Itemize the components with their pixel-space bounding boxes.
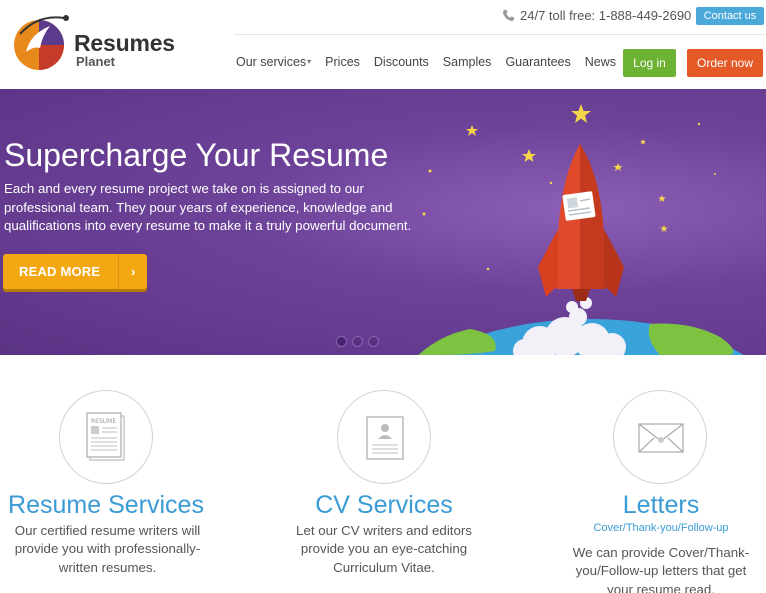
nav-news[interactable]: News <box>585 55 616 69</box>
resume-service-circle[interactable]: RESUME <box>59 390 153 484</box>
order-now-button[interactable]: Order now <box>687 49 763 77</box>
hero-banner: Supercharge Your Resume Each and every r… <box>0 89 766 355</box>
nav-prices[interactable]: Prices <box>325 55 360 69</box>
hero-title: Supercharge Your Resume <box>4 137 389 173</box>
slider-dots <box>336 336 379 347</box>
phone-number: 24/7 toll free: 1-888-449-2690 <box>502 8 691 23</box>
resume-services-title[interactable]: Resume Services <box>6 491 206 520</box>
contact-us-button[interactable]: Contact us <box>696 7 764 25</box>
letters-subtitle[interactable]: Cover/Thank-you/Follow-up <box>561 522 761 534</box>
hero-description: Each and every resume project we take on… <box>4 181 412 233</box>
letters-service-circle[interactable] <box>613 390 707 484</box>
cv-services-desc: Let our CV writers and editors provide y… <box>296 523 472 575</box>
rocket <box>538 144 624 301</box>
letters-title[interactable]: Letters <box>561 491 761 520</box>
chevron-right-icon: › <box>130 264 136 279</box>
logo[interactable]: Resumes Planet <box>12 4 175 70</box>
nav-discounts[interactable]: Discounts <box>374 55 429 69</box>
main-nav: Our services▾ Prices Discounts Samples G… <box>236 55 630 69</box>
chevron-down-icon: ▾ <box>307 57 312 66</box>
planet-logo-icon <box>14 15 69 70</box>
nav-label: Our services <box>236 55 307 69</box>
cv-icon <box>366 416 404 460</box>
slider-dot-3[interactable] <box>368 336 379 347</box>
slider-dot-1[interactable] <box>336 336 347 347</box>
slider-dot-2[interactable] <box>352 336 363 347</box>
logo-subtitle: Planet <box>76 54 116 69</box>
phone-text: 24/7 toll free: 1-888-449-2690 <box>520 8 692 23</box>
svg-text:RESUME: RESUME <box>91 418 116 425</box>
services-section: RESUME Resume Services Our certified res… <box>0 355 766 593</box>
cv-service-circle[interactable] <box>337 390 431 484</box>
cv-services-title[interactable]: CV Services <box>284 491 484 520</box>
header-divider <box>234 34 766 35</box>
logo-title: Resumes <box>74 30 175 56</box>
letters-desc: We can provide Cover/Thank-you/Follow-up… <box>572 545 750 593</box>
phone-icon <box>502 9 515 22</box>
nav-our-services[interactable]: Our services▾ <box>236 55 311 69</box>
resume-services-desc: Our certified resume writers will provid… <box>14 523 201 575</box>
read-more-button[interactable]: READ MORE › <box>3 254 147 289</box>
read-more-label: READ MORE <box>19 264 101 279</box>
envelope-icon <box>638 423 684 453</box>
nav-guarantees[interactable]: Guarantees <box>505 55 570 69</box>
resume-icon: RESUME <box>86 412 125 461</box>
login-button[interactable]: Log in <box>623 49 676 77</box>
site-header: Resumes Planet 24/7 toll free: 1-888-449… <box>0 0 766 89</box>
nav-samples[interactable]: Samples <box>443 55 492 69</box>
